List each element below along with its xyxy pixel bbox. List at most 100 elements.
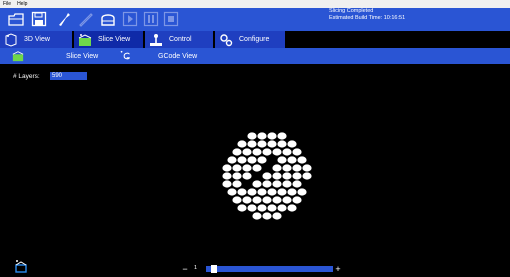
slice-dot (262, 148, 272, 156)
slice-dot (292, 164, 302, 172)
slice-dot (242, 164, 252, 172)
repair-button[interactable] (56, 11, 72, 27)
slice-dot (257, 188, 267, 196)
slice-dot (292, 196, 302, 204)
slice-dot (242, 172, 252, 180)
slice-dot (272, 180, 282, 188)
toolbar: Slicing Completed Estimated Build Time: … (0, 8, 510, 31)
subtab-slice-view-icon[interactable] (12, 48, 24, 64)
subtab-gcode-icon[interactable] (119, 48, 131, 64)
slice-dot (257, 204, 267, 212)
slice-dot (267, 204, 277, 212)
slice-dot (232, 180, 242, 188)
slice-button[interactable] (100, 11, 116, 27)
folder-icon (8, 13, 24, 26)
slice-dot (292, 148, 302, 156)
tab-slice-view[interactable]: Slice View (74, 31, 143, 48)
slice-dot (297, 188, 307, 196)
slice-dot (287, 188, 297, 196)
slice-dot (282, 180, 292, 188)
slice-dot (267, 132, 277, 140)
status-line-2: Estimated Build Time: 10:16:51 (329, 15, 406, 21)
slice-dot (257, 140, 267, 148)
slice-dot (267, 140, 277, 148)
tab-3d-view[interactable]: 3D View (0, 31, 72, 48)
slice-dot (252, 180, 262, 188)
pause-button[interactable] (143, 11, 159, 27)
tab-configure[interactable]: Configure (215, 31, 285, 48)
slice-dot (282, 172, 292, 180)
slice-dot (252, 196, 262, 204)
slice-dot (227, 156, 237, 164)
layer-slider-thumb[interactable] (210, 265, 217, 273)
slice-dot (282, 164, 292, 172)
edit-button[interactable] (78, 11, 94, 27)
slice-dot (302, 172, 312, 180)
slice-dot (232, 164, 242, 172)
wrench-icon (59, 13, 70, 26)
tab-label: Slice View (98, 36, 131, 43)
slice-dot (287, 156, 297, 164)
slice-dot (257, 156, 267, 164)
slice-dot (247, 132, 257, 140)
slice-dot (272, 212, 282, 220)
slice-preview (222, 132, 312, 220)
slice-dot (257, 132, 267, 140)
slice-dot (302, 164, 312, 172)
slice-dot (262, 172, 272, 180)
slice-dot (277, 156, 287, 164)
slice-dot (262, 212, 272, 220)
layer-increment-button[interactable]: + (333, 264, 343, 274)
slice-dot (232, 172, 242, 180)
slice-dot (232, 148, 242, 156)
view-toggle-button[interactable] (14, 259, 28, 273)
slice-dot (272, 148, 282, 156)
slice-dot (272, 196, 282, 204)
stop-icon (163, 11, 179, 27)
tab-control[interactable]: Control (145, 31, 213, 48)
gcode-icon (120, 50, 130, 60)
layer-number: 1 (194, 265, 198, 271)
slice-dot (292, 180, 302, 188)
slice-dot (282, 148, 292, 156)
slice-dot (277, 204, 287, 212)
slice-dot (222, 172, 232, 180)
layer-slider: − 1 + (180, 264, 344, 274)
layer-slider-track[interactable] (206, 266, 333, 272)
subtab-gcode-view[interactable]: GCode View (158, 48, 197, 64)
layers-count-field[interactable]: 590 (50, 72, 87, 80)
stop-button[interactable] (163, 11, 179, 27)
slice-dot (267, 188, 277, 196)
slice-dot (272, 164, 282, 172)
layer-decrement-button[interactable]: − (180, 264, 190, 274)
build-status: Slicing Completed Estimated Build Time: … (329, 8, 405, 22)
slice-dot (247, 140, 257, 148)
save-icon (31, 11, 47, 27)
menu-file[interactable]: File (0, 0, 14, 8)
3d-view-icon (4, 32, 18, 47)
slice-dot (232, 196, 242, 204)
slice-dot (287, 204, 297, 212)
slice-dot (237, 140, 247, 148)
slice-dot (247, 204, 257, 212)
menu-help[interactable]: Help (14, 0, 30, 8)
slice-dot (247, 188, 257, 196)
open-file-button[interactable] (8, 11, 24, 27)
play-button[interactable] (122, 11, 138, 27)
subtab-slice-view[interactable]: Slice View (66, 48, 98, 64)
app-window: File Help Slicing Completed Estimated Bu… (0, 0, 510, 277)
slice-dot (237, 156, 247, 164)
slice-dot (297, 156, 307, 164)
gear-icon (219, 33, 233, 47)
tab-label: 3D View (24, 36, 50, 43)
layers-label: # Layers: (13, 73, 40, 80)
slice-dot (247, 156, 257, 164)
tab-label: Control (169, 36, 192, 43)
slice-view-icon (78, 33, 92, 47)
save-button[interactable] (31, 11, 47, 27)
tab-label: Configure (239, 36, 270, 43)
slice-viewport[interactable]: # Layers: 590 − 1 + (0, 64, 510, 277)
slice-dot (262, 196, 272, 204)
menu-bar: File Help (0, 0, 510, 8)
slice-dot (222, 180, 232, 188)
